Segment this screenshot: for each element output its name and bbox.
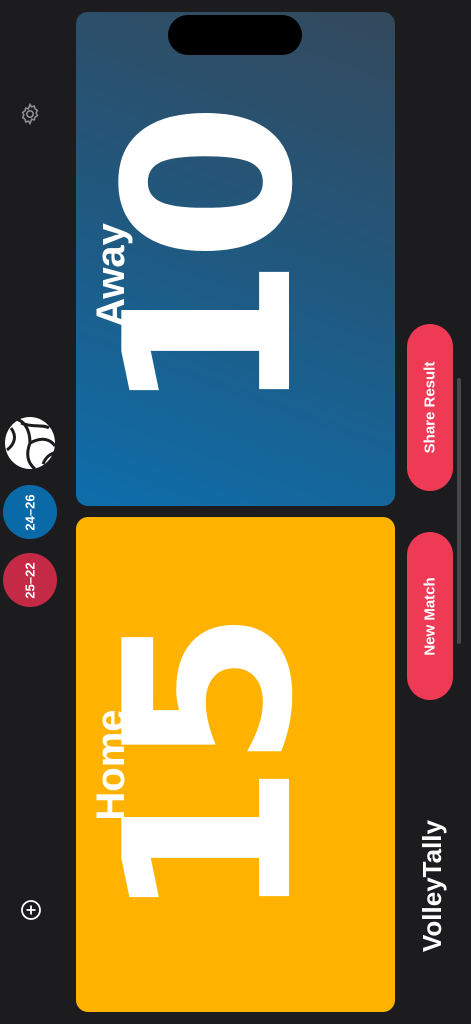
share-result-button[interactable]: Share Result bbox=[407, 324, 453, 491]
away-score-panel[interactable]: Away 10 bbox=[76, 12, 395, 506]
set-score-badge-2: 25–22 bbox=[3, 553, 57, 607]
new-match-button[interactable]: New Match bbox=[407, 532, 453, 700]
plus-circle-icon bbox=[21, 900, 41, 920]
new-match-label: New Match bbox=[421, 576, 439, 656]
home-score: 15 bbox=[77, 614, 344, 924]
add-set-button[interactable] bbox=[19, 898, 43, 922]
scroll-indicator[interactable] bbox=[457, 378, 461, 644]
set-score-text: 25–22 bbox=[22, 561, 38, 599]
gear-icon bbox=[21, 102, 39, 126]
dynamic-island bbox=[168, 15, 302, 55]
set-score-badge-1: 24–26 bbox=[3, 485, 57, 539]
home-score-panel[interactable]: Home 15 bbox=[76, 517, 395, 1012]
share-result-label: Share Result bbox=[421, 361, 439, 454]
app-title: VolleyTally bbox=[416, 820, 447, 952]
volleyball-icon bbox=[3, 414, 57, 472]
set-score-text: 24–26 bbox=[22, 493, 38, 531]
away-score: 10 bbox=[77, 107, 344, 417]
settings-button[interactable] bbox=[17, 101, 43, 127]
